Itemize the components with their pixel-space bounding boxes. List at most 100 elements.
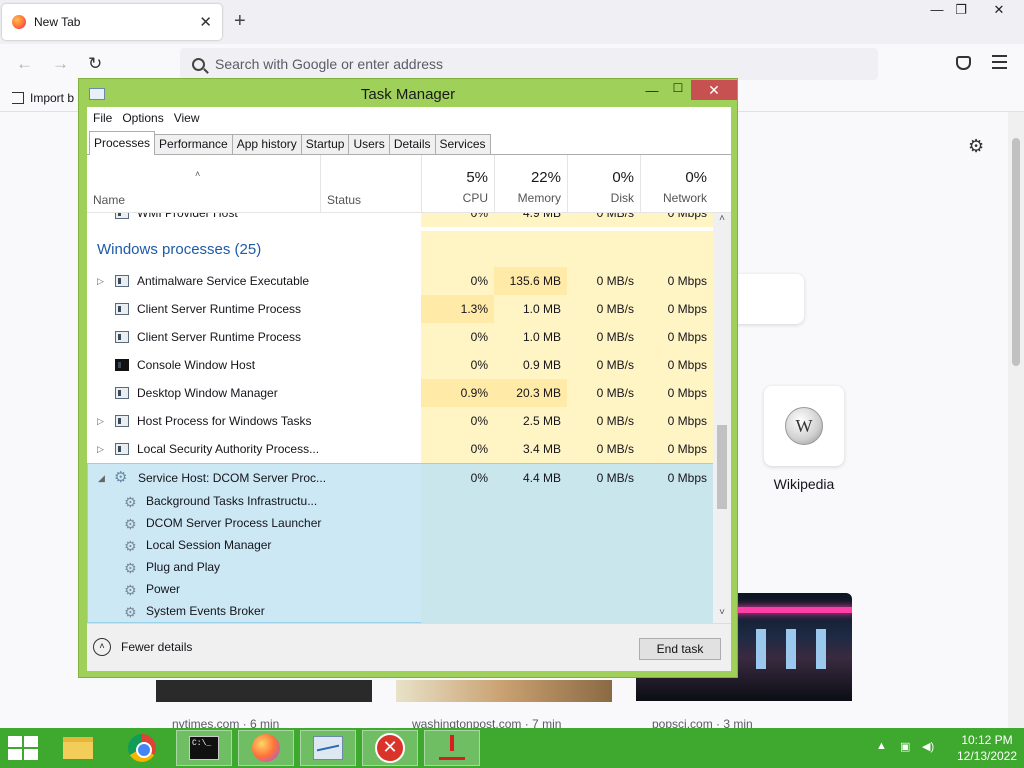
service-name: Local Session Manager (146, 538, 272, 552)
service-gear-icon: ⚙ (124, 494, 137, 510)
scroll-down-icon[interactable]: ˅ (713, 607, 731, 618)
collapse-chevron-icon[interactable]: ◢ (98, 464, 105, 492)
address-bar[interactable] (180, 48, 878, 80)
close-window-button[interactable]: ✕ (984, 2, 1014, 20)
show-hidden-icons-icon[interactable]: ▲ (876, 740, 887, 752)
process-cpu: 0% (421, 267, 494, 295)
tab-new-tab[interactable]: New Tab ✕ (2, 4, 222, 40)
service-item[interactable]: ⚙ Plug and Play (88, 556, 713, 578)
scrollbar-thumb[interactable] (1012, 138, 1020, 366)
process-list[interactable]: WMI Provider Host 0% 4.9 MB 0 MB/s 0 Mbp… (87, 213, 713, 623)
tab-close-icon[interactable]: ✕ (199, 13, 212, 31)
story-image[interactable] (156, 680, 372, 702)
process-row[interactable]: ▷ Host Process for Windows Tasks 0% 2.5 … (87, 407, 713, 435)
minimize-button[interactable]: — (639, 83, 665, 99)
reload-button[interactable]: ↻ (88, 54, 102, 74)
taskbar-firefox[interactable] (238, 730, 294, 766)
process-name: Client Server Runtime Process (137, 330, 302, 344)
service-name: DCOM Server Process Launcher (146, 516, 322, 530)
menu-file[interactable]: File (93, 111, 112, 125)
process-name: Desktop Window Manager (137, 386, 278, 400)
group-header[interactable]: Windows processes (25) (87, 231, 713, 269)
service-item[interactable]: ⚙ DCOM Server Process Launcher (88, 512, 713, 534)
column-disk[interactable]: 0% Disk (567, 155, 640, 213)
top-site-tile[interactable] (728, 274, 804, 324)
process-row[interactable]: ▷ Antimalware Service Executable 0% 135.… (87, 267, 713, 295)
network-icon[interactable]: ▣ (900, 740, 910, 753)
taskbar-command-prompt[interactable]: C:\_ (176, 730, 232, 766)
pocket-icon[interactable] (956, 56, 971, 70)
expand-chevron-icon[interactable]: ▷ (97, 407, 104, 435)
column-status[interactable]: Status (327, 193, 361, 207)
expand-chevron-icon[interactable]: ▷ (97, 435, 104, 463)
column-network[interactable]: 0% Network (640, 155, 713, 213)
forward-button[interactable]: → (52, 54, 69, 74)
import-bookmarks-button[interactable]: Import b (12, 91, 74, 105)
volume-icon[interactable]: ◀) (922, 740, 934, 753)
taskbar-arrow-app[interactable] (424, 730, 480, 766)
tab-app-history[interactable]: App history (231, 134, 302, 154)
tab-performance[interactable]: Performance (154, 134, 233, 154)
taskbar-chrome[interactable] (114, 730, 170, 766)
service-item[interactable]: ⚙ System Events Broker (88, 600, 713, 622)
process-row[interactable]: Console Window Host 0% 0.9 MB 0 MB/s 0 M… (87, 351, 713, 379)
service-item[interactable]: ⚙ Power (88, 578, 713, 600)
tab-processes[interactable]: Processes (89, 131, 156, 155)
start-button[interactable] (8, 736, 38, 760)
tab-startup[interactable]: Startup (300, 134, 350, 154)
process-disk: 0 MB/s (567, 267, 640, 295)
process-row[interactable]: Client Server Runtime Process 1.3% 1.0 M… (87, 295, 713, 323)
service-item[interactable]: ⚙ Local Session Manager (88, 534, 713, 556)
top-site-label[interactable]: Wikipedia (764, 476, 844, 492)
clock-time[interactable]: 10:12 PM (954, 733, 1020, 747)
story-image[interactable] (396, 680, 612, 702)
selected-process-group[interactable]: ◢ ⚙ Service Host: DCOM Server Proc... 0%… (87, 463, 713, 623)
scrollbar-thumb[interactable] (717, 425, 727, 509)
network-total: 0% (685, 169, 707, 186)
process-row[interactable]: WMI Provider Host 0% 4.9 MB 0 MB/s 0 Mbp… (87, 213, 713, 227)
service-gear-icon: ⚙ (124, 538, 137, 554)
taskbar-task-manager[interactable] (300, 730, 356, 766)
process-row[interactable]: ▷ Local Security Authority Process... 0%… (87, 435, 713, 463)
process-row[interactable]: Client Server Runtime Process 0% 1.0 MB … (87, 323, 713, 351)
process-row-selected[interactable]: ◢ ⚙ Service Host: DCOM Server Proc... 0%… (88, 464, 713, 492)
column-cpu[interactable]: 5% CPU (421, 155, 494, 213)
maximize-button[interactable]: ☐ (665, 81, 691, 99)
hamburger-menu-icon[interactable] (992, 55, 1007, 73)
process-cpu: 0.9% (421, 379, 494, 407)
tab-details[interactable]: Details (388, 134, 436, 154)
new-tab-button[interactable]: + (234, 10, 246, 33)
title-bar[interactable]: Task Manager — ☐ ✕ (79, 79, 737, 107)
menu-options[interactable]: Options (122, 111, 163, 125)
disk-total: 0% (612, 169, 634, 186)
process-cpu: 0% (421, 351, 494, 379)
command-prompt-icon: C:\_ (189, 736, 219, 760)
process-network: 0 Mbps (640, 351, 713, 379)
address-input[interactable] (215, 56, 815, 72)
column-memory[interactable]: 22% Memory (494, 155, 567, 213)
clock-date[interactable]: 12/13/2022 (954, 749, 1020, 763)
top-site-wikipedia[interactable]: W (764, 386, 844, 466)
process-disk: 0 MB/s (567, 435, 640, 463)
process-row[interactable]: Desktop Window Manager 0.9% 20.3 MB 0 MB… (87, 379, 713, 407)
expand-chevron-icon[interactable]: ▷ (97, 267, 104, 295)
menu-view[interactable]: View (174, 111, 200, 125)
close-button[interactable]: ✕ (691, 80, 737, 100)
process-list-scrollbar[interactable]: ˄ ˅ (713, 213, 731, 623)
taskbar-file-explorer[interactable] (50, 730, 106, 766)
column-name[interactable]: Name (93, 193, 125, 207)
tab-services[interactable]: Services (434, 134, 491, 154)
maximize-button[interactable]: ❐ (946, 2, 976, 20)
error-icon: ✕ (375, 733, 405, 763)
taskbar-error-app[interactable]: ✕ (362, 730, 418, 766)
end-task-button[interactable]: End task (639, 638, 721, 660)
page-scrollbar[interactable] (1008, 112, 1024, 728)
scroll-up-icon[interactable]: ˄ (713, 213, 731, 224)
chevron-up-icon[interactable]: ˄ (93, 638, 111, 656)
gear-icon[interactable]: ⚙ (968, 136, 984, 157)
service-item[interactable]: ⚙ Background Tasks Infrastructu... (88, 490, 713, 512)
back-button[interactable]: ← (16, 54, 33, 74)
tab-users[interactable]: Users (348, 134, 390, 154)
fewer-details-link[interactable]: Fewer details (121, 640, 192, 654)
process-cpu: 0% (421, 407, 494, 435)
